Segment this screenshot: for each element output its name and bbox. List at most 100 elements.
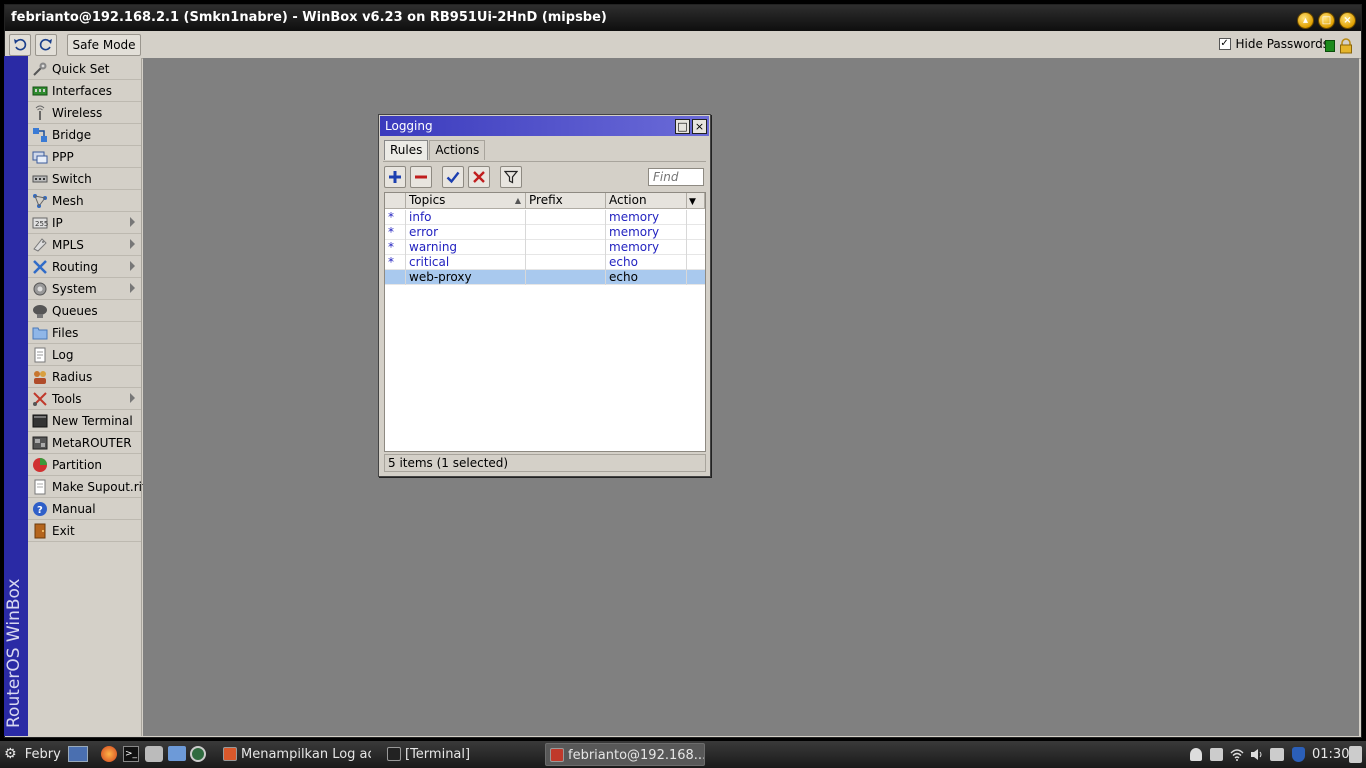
sidebar-item-files[interactable]: Files [28,322,141,344]
window-menu-button[interactable]: ▴ [1297,12,1314,29]
sidebar-item-bridge[interactable]: Bridge [28,124,141,146]
table-row[interactable]: * critical echo [385,255,705,270]
volume-glyph [1251,749,1262,760]
flag-column-header[interactable] [385,193,406,209]
sidebar-item-label: Switch [52,171,92,186]
chevron-down-icon: ▼ [689,197,696,207]
start-menu-button[interactable]: ⚙ Febry [4,741,61,768]
sidebar-item-partition[interactable]: Partition [28,454,141,476]
sidebar-item-system[interactable]: System [28,278,141,300]
prefix-cell [526,210,606,225]
routing-icon [32,259,48,275]
table-row[interactable]: * info memory [385,210,705,225]
hide-passwords-checkbox[interactable]: ✓ [1218,38,1231,50]
hide-passwords-label: Hide Passwords [1235,37,1329,51]
taskbar-app-button[interactable]: febrianto@192.168.... [545,743,705,766]
shield-icon[interactable] [1292,747,1305,762]
firefox-launcher-icon[interactable] [101,746,117,762]
sidebar-item-interfaces[interactable]: Interfaces [28,80,141,102]
queues-icon [32,303,48,319]
show-desktop-icon[interactable] [68,746,88,762]
maximize-icon: □ [1321,15,1332,26]
prefix-cell [526,225,606,240]
sidebar-item-queues[interactable]: Queues [28,300,141,322]
sidebar-item-radius[interactable]: Radius [28,366,141,388]
taskbar-app-button[interactable]: [Terminal] [383,743,533,766]
topics-column-header[interactable]: Topics ▲ [406,193,526,209]
logging-close-button[interactable]: × [692,119,707,134]
taskbar-app-button[interactable]: Menampilkan Log ac... [219,743,371,766]
tab-actions[interactable]: Actions [429,140,486,160]
terminal-icon [32,413,48,429]
terminal-launcher-icon[interactable]: >_ [123,746,139,762]
prefix-column-header[interactable]: Prefix [526,193,606,209]
sidebar-item-quick-set[interactable]: Quick Set [28,58,141,80]
radius-icon [32,369,48,385]
prefix-cell [526,270,606,285]
exit-icon [32,523,48,539]
table-row[interactable]: web-proxy echo [385,270,705,285]
topics-cell: warning [406,240,526,255]
sidebar-item-wireless[interactable]: Wireless [28,102,141,124]
sidebar-item-mesh[interactable]: Mesh [28,190,141,212]
safe-mode-button[interactable]: Safe Mode [67,34,141,56]
window-close-button[interactable]: × [1339,12,1356,29]
sidebar-item-exit[interactable]: Exit [28,520,141,542]
battery-icon[interactable] [1270,748,1284,761]
filter-button[interactable] [500,166,522,188]
window-maximize-button[interactable]: □ [1318,12,1335,29]
enable-rule-button[interactable] [442,166,464,188]
undo-button[interactable] [9,34,31,56]
sidebar-item-ppp[interactable]: PPP [28,146,141,168]
volume-icon[interactable] [1250,748,1264,761]
find-input[interactable] [648,168,704,186]
sidebar-item-label: Routing [52,259,99,274]
disable-rule-button[interactable] [468,166,490,188]
logging-toolbar [383,161,706,189]
camera-launcher-icon[interactable] [145,746,163,762]
table-row[interactable]: * warning memory [385,240,705,255]
wifi-icon[interactable] [1230,748,1244,761]
system-icon [32,281,48,297]
wireless-icon [32,105,48,121]
sidebar-item-new-terminal[interactable]: New Terminal [28,410,141,432]
sidebar-item-label: New Terminal [52,413,133,428]
redo-button[interactable] [35,34,57,56]
column-chooser-button[interactable]: ▼ [687,193,705,209]
sidebar-item-log[interactable]: Log [28,344,141,366]
switch-icon [32,171,48,187]
add-rule-button[interactable] [384,166,406,188]
hide-passwords-toggle[interactable]: ✓ Hide Passwords [1218,37,1329,51]
interfaces-icon [32,83,48,99]
sidebar-item-manual[interactable]: ? Manual [28,498,141,520]
sidebar-item-label: PPP [52,149,74,164]
sidebar-item-switch[interactable]: Switch [28,168,141,190]
window-menu-icon: ▴ [1302,15,1309,26]
clipboard-tray-icon[interactable] [1210,748,1223,761]
sidebar-item-ip[interactable]: 255 IP [28,212,141,234]
notification-tray-icon[interactable] [1349,746,1362,763]
action-column-header[interactable]: Action [606,193,687,209]
window-titlebar[interactable]: febrianto@192.168.2.1 (Smkn1nabre) - Win… [5,5,1361,31]
sidebar-item-metarouter[interactable]: MetaROUTER [28,432,141,454]
user-tray-icon[interactable] [1190,748,1202,761]
remove-rule-button[interactable] [410,166,432,188]
sidebar-item-mpls[interactable]: MPLS [28,234,141,256]
clock[interactable]: 01:30 [1312,741,1349,768]
topics-cell: web-proxy [406,270,526,285]
topics-cell: info [406,210,526,225]
sidebar-item-label: Log [52,347,74,362]
topics-cell: critical [406,255,526,270]
tab-rules[interactable]: Rules [384,140,429,160]
app-icon [387,747,401,761]
folder-launcher-icon[interactable] [168,746,186,761]
browser-launcher-icon[interactable] [190,746,206,762]
sidebar-item-make-supout-rif[interactable]: Make Supout.rif [28,476,146,498]
sidebar-item-tools[interactable]: Tools [28,388,141,410]
sidebar-item-routing[interactable]: Routing [28,256,141,278]
ppp-icon [32,149,48,165]
logging-maximize-button[interactable]: □ [675,119,690,134]
table-row[interactable]: * error memory [385,225,705,240]
logging-titlebar[interactable]: Logging □ × [380,116,709,136]
close-icon: × [694,120,705,133]
